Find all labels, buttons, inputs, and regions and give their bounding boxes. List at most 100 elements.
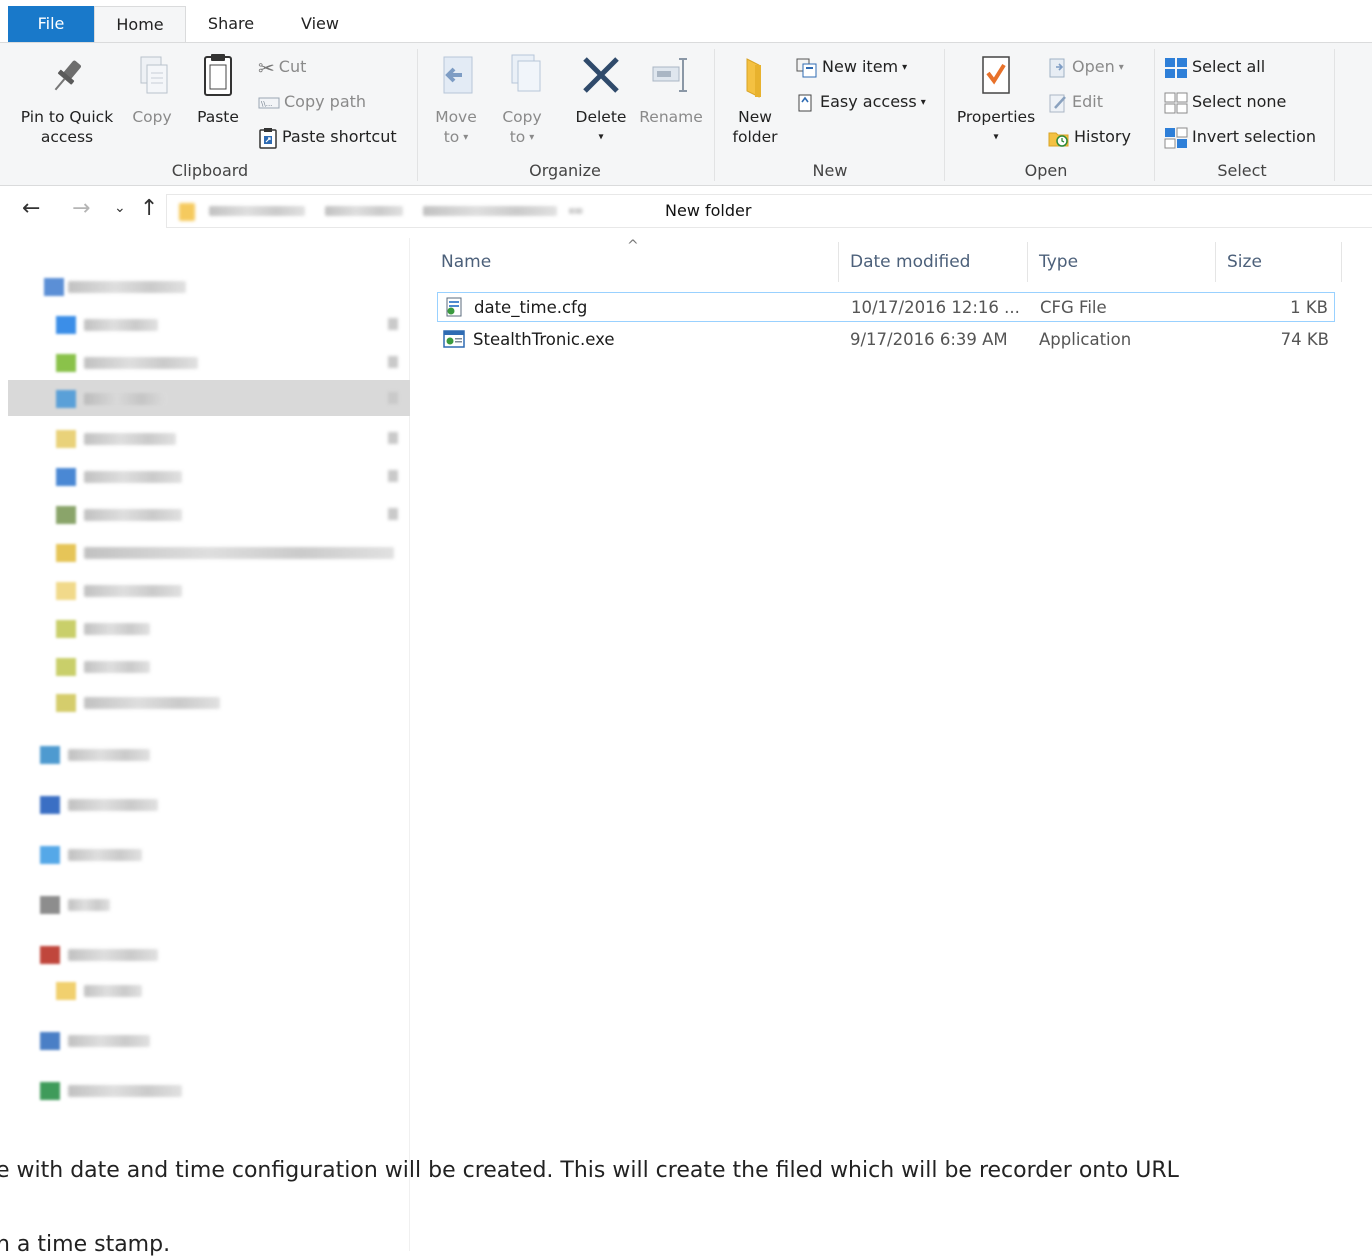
nav-item-label-blurred bbox=[68, 1085, 182, 1097]
select-all-button[interactable]: Select all bbox=[1164, 53, 1265, 81]
nav-item-label-blurred bbox=[84, 357, 198, 369]
address-path-box[interactable]: New folder bbox=[166, 194, 1372, 228]
column-separator[interactable] bbox=[1215, 242, 1216, 282]
column-header-name[interactable]: Name bbox=[441, 252, 491, 272]
select-none-label: Select none bbox=[1192, 92, 1287, 111]
file-size: 1 KB bbox=[1290, 298, 1328, 317]
group-separator bbox=[1334, 49, 1335, 181]
forward-arrow-icon[interactable]: → bbox=[72, 196, 90, 221]
edit-button[interactable]: Edit bbox=[1048, 88, 1103, 116]
nav-item-label-blurred bbox=[84, 319, 158, 331]
column-header-date-modified[interactable]: Date modified bbox=[850, 252, 970, 272]
nav-item[interactable] bbox=[0, 572, 410, 608]
nav-item-label-blurred bbox=[68, 281, 186, 293]
breadcrumb-segment-blurred[interactable] bbox=[423, 206, 557, 216]
nav-item-pinned[interactable] bbox=[0, 420, 410, 456]
select-none-icon bbox=[1164, 92, 1188, 113]
new-folder-button[interactable]: New folder bbox=[722, 51, 788, 147]
open-icon bbox=[1049, 58, 1065, 77]
file-list: ^ Name Date modified Type Size date_time… bbox=[411, 238, 1372, 1251]
up-arrow-icon[interactable]: ↑ bbox=[140, 196, 158, 221]
nav-item[interactable] bbox=[0, 648, 410, 684]
recent-locations-chevron-icon[interactable]: ⌄ bbox=[114, 200, 126, 216]
history-button[interactable]: History bbox=[1048, 123, 1131, 151]
invert-selection-icon bbox=[1164, 127, 1188, 148]
nav-item-pinned[interactable] bbox=[0, 496, 410, 532]
delete-button[interactable]: Delete ▾ bbox=[566, 51, 636, 148]
paste-shortcut-button[interactable]: Paste shortcut bbox=[258, 123, 397, 151]
select-none-button[interactable]: Select none bbox=[1164, 88, 1286, 116]
tab-view[interactable]: View bbox=[280, 6, 360, 42]
nav-item-pinned[interactable] bbox=[0, 306, 410, 342]
file-row[interactable]: StealthTronic.exe 9/17/2016 6:39 AM Appl… bbox=[437, 325, 1335, 355]
nav-item-root[interactable] bbox=[0, 786, 410, 822]
breadcrumb-segment-blurred[interactable] bbox=[325, 206, 403, 216]
column-separator[interactable] bbox=[1341, 242, 1342, 282]
copy-button[interactable]: Copy bbox=[126, 51, 178, 127]
group-label-select: Select bbox=[1217, 161, 1267, 180]
nav-item-pinned[interactable] bbox=[0, 458, 410, 494]
group-separator bbox=[944, 49, 945, 181]
copy-icon bbox=[140, 56, 168, 94]
group-label-new: New bbox=[812, 161, 848, 180]
copyto-label-line1: Copy bbox=[502, 108, 542, 126]
desktop-icon bbox=[56, 316, 76, 334]
column-header-type[interactable]: Type bbox=[1039, 252, 1078, 272]
column-header-size[interactable]: Size bbox=[1227, 252, 1262, 272]
pin-icon bbox=[388, 392, 398, 404]
easy-access-label: Easy access bbox=[820, 92, 917, 111]
easy-access-button[interactable]: Easy access ▾ bbox=[796, 88, 926, 116]
copy-path-button[interactable]: \\... Copy path bbox=[258, 88, 366, 116]
nav-item-label-blurred bbox=[84, 509, 182, 521]
pin-label-line1: Pin to Quick bbox=[20, 108, 114, 126]
column-separator[interactable] bbox=[838, 242, 839, 282]
nav-item-root[interactable] bbox=[0, 1072, 410, 1108]
navigation-pane bbox=[0, 238, 410, 1251]
copy-path-icon: \\... bbox=[258, 97, 280, 108]
nav-item[interactable] bbox=[0, 684, 410, 720]
nav-item-pinned[interactable] bbox=[0, 534, 410, 570]
pin-icon bbox=[388, 508, 398, 520]
copy-to-button[interactable]: Copy to ▾ bbox=[494, 51, 550, 148]
pin-icon bbox=[388, 318, 398, 330]
breadcrumb-segment-blurred[interactable] bbox=[209, 206, 305, 216]
invert-selection-button[interactable]: Invert selection bbox=[1164, 123, 1316, 151]
nav-item-quick-access[interactable] bbox=[0, 268, 410, 304]
breadcrumb-current-folder[interactable]: New folder bbox=[665, 201, 751, 220]
nav-item-selected[interactable] bbox=[8, 380, 410, 416]
properties-button[interactable]: Properties ▾ bbox=[952, 51, 1040, 148]
folder-icon bbox=[56, 620, 76, 638]
nav-item[interactable] bbox=[0, 610, 410, 646]
folder-icon bbox=[56, 544, 76, 562]
tab-file[interactable]: File bbox=[8, 6, 94, 42]
nav-item-label-blurred bbox=[84, 623, 150, 635]
nav-item-root[interactable] bbox=[0, 886, 410, 922]
open-label: Open bbox=[1072, 57, 1115, 76]
nav-item[interactable] bbox=[0, 972, 410, 1008]
file-type: Application bbox=[1039, 330, 1132, 349]
new-item-icon bbox=[796, 58, 817, 77]
nav-item-pinned[interactable] bbox=[0, 344, 410, 380]
column-separator[interactable] bbox=[1027, 242, 1028, 282]
nav-item-root[interactable] bbox=[0, 736, 410, 772]
tab-home[interactable]: Home bbox=[94, 6, 186, 43]
move-to-button[interactable]: Move to ▾ bbox=[428, 51, 484, 148]
open-button[interactable]: Open ▾ bbox=[1048, 53, 1124, 81]
back-arrow-icon[interactable]: ← bbox=[22, 196, 40, 221]
nav-item-root[interactable] bbox=[0, 1022, 410, 1058]
file-date-modified: 10/17/2016 12:16 ... bbox=[851, 298, 1020, 317]
move-to-icon bbox=[443, 56, 473, 94]
pin-to-quick-access-button[interactable]: Pin to Quick access bbox=[14, 51, 120, 147]
rename-button[interactable]: Rename bbox=[636, 51, 706, 127]
file-name[interactable]: StealthTronic.exe bbox=[473, 330, 615, 349]
cut-button[interactable]: ✂ Cut bbox=[258, 53, 306, 81]
tab-share[interactable]: Share bbox=[188, 6, 274, 42]
file-row[interactable]: date_time.cfg 10/17/2016 12:16 ... CFG F… bbox=[437, 292, 1335, 322]
new-item-button[interactable]: New item ▾ bbox=[796, 53, 907, 81]
nav-item-root[interactable] bbox=[0, 936, 410, 972]
delete-label: Delete bbox=[575, 108, 627, 126]
rename-label: Rename bbox=[639, 108, 703, 126]
paste-button[interactable]: Paste bbox=[190, 51, 246, 127]
nav-item-root[interactable] bbox=[0, 836, 410, 872]
file-name[interactable]: date_time.cfg bbox=[474, 298, 587, 317]
